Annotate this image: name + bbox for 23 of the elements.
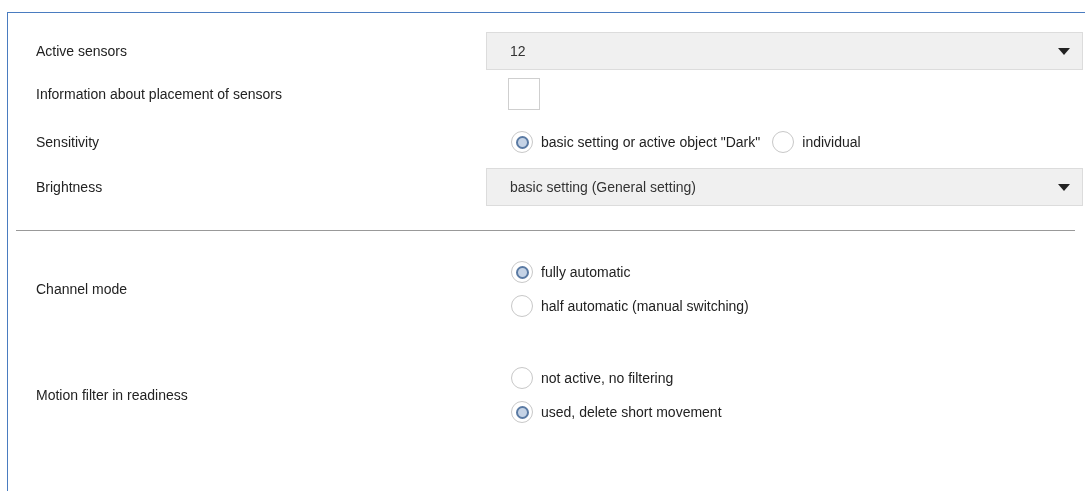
radio-label: fully automatic (541, 262, 631, 282)
setting-label: Brightness (36, 178, 103, 195)
caret-icon (1058, 47, 1070, 55)
radio-button[interactable] (511, 295, 533, 317)
radio-button[interactable] (511, 401, 533, 423)
radio-label: half automatic (manual switching) (541, 296, 749, 316)
dropdown[interactable]: basic setting (General setting) (486, 168, 1083, 206)
radio-button[interactable] (511, 131, 533, 153)
setting-label: Motion filter in readiness (36, 386, 188, 403)
radio-button[interactable] (511, 261, 533, 283)
radio-label: used, delete short movement (541, 402, 722, 422)
dropdown[interactable]: 12 (486, 32, 1083, 70)
caret-icon (1058, 183, 1070, 191)
radio-label: individual (802, 132, 861, 152)
radio-label: not active, no filtering (541, 368, 674, 388)
setting-label: Active sensors (36, 42, 128, 59)
radio-label: basic setting or active object "Dark" (541, 132, 761, 152)
setting-label: Sensitivity (36, 133, 100, 150)
radio-button[interactable] (511, 367, 533, 389)
setting-label: Channel mode (36, 280, 128, 297)
setting-label: Information about placement of sensors (36, 85, 282, 102)
radio-button[interactable] (772, 131, 795, 153)
checkbox[interactable] (508, 78, 540, 110)
